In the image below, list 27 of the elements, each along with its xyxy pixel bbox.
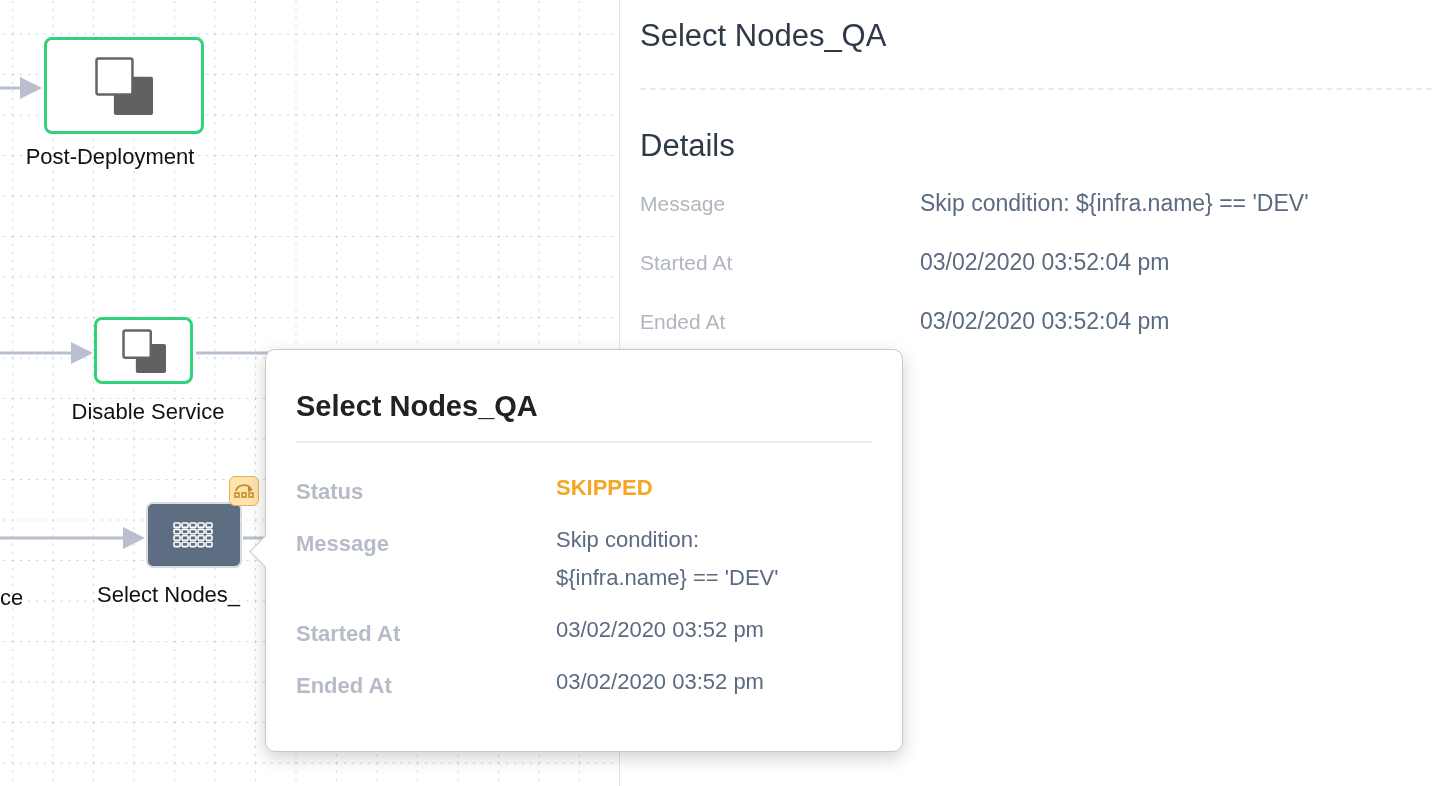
node-label: Disable Service xyxy=(70,399,226,425)
field-value: 03/02/2020 03:52 pm xyxy=(556,616,765,644)
field-value: Skip condition: ${infra.name} == 'DEV' xyxy=(920,190,1310,217)
field-label: Started At xyxy=(296,620,402,647)
step-node[interactable] xyxy=(146,502,242,568)
status-text: SKIPPED xyxy=(556,474,654,502)
panel-title: Select Nodes_QA xyxy=(640,18,888,54)
grid-icon xyxy=(173,521,215,549)
field-label: Status xyxy=(296,478,365,505)
node-label: Select Nodes_ xyxy=(97,582,242,608)
node-label: Post-Deployment xyxy=(24,144,196,170)
field-label: Ended At xyxy=(640,310,727,334)
popover-title: Select Nodes_QA xyxy=(296,390,539,423)
overlapping-squares-icon xyxy=(121,328,166,373)
field-label: Started At xyxy=(640,251,734,275)
field-label: Message xyxy=(296,530,390,557)
field-label: Message xyxy=(640,192,727,216)
section-heading: Details xyxy=(640,128,736,164)
step-node[interactable] xyxy=(94,317,193,384)
field-value: 03/02/2020 03:52 pm xyxy=(556,668,765,696)
field-label: Ended At xyxy=(296,672,393,699)
field-value: 03/02/2020 03:52:04 pm xyxy=(920,249,1171,276)
field-value: Skip condition: ${infra.name} == 'DEV' xyxy=(556,526,780,592)
step-node[interactable] xyxy=(44,37,204,134)
overlapping-squares-icon xyxy=(95,56,153,115)
field-value: 03/02/2020 03:52:04 pm xyxy=(920,308,1171,335)
node-label: ce xyxy=(0,585,25,611)
